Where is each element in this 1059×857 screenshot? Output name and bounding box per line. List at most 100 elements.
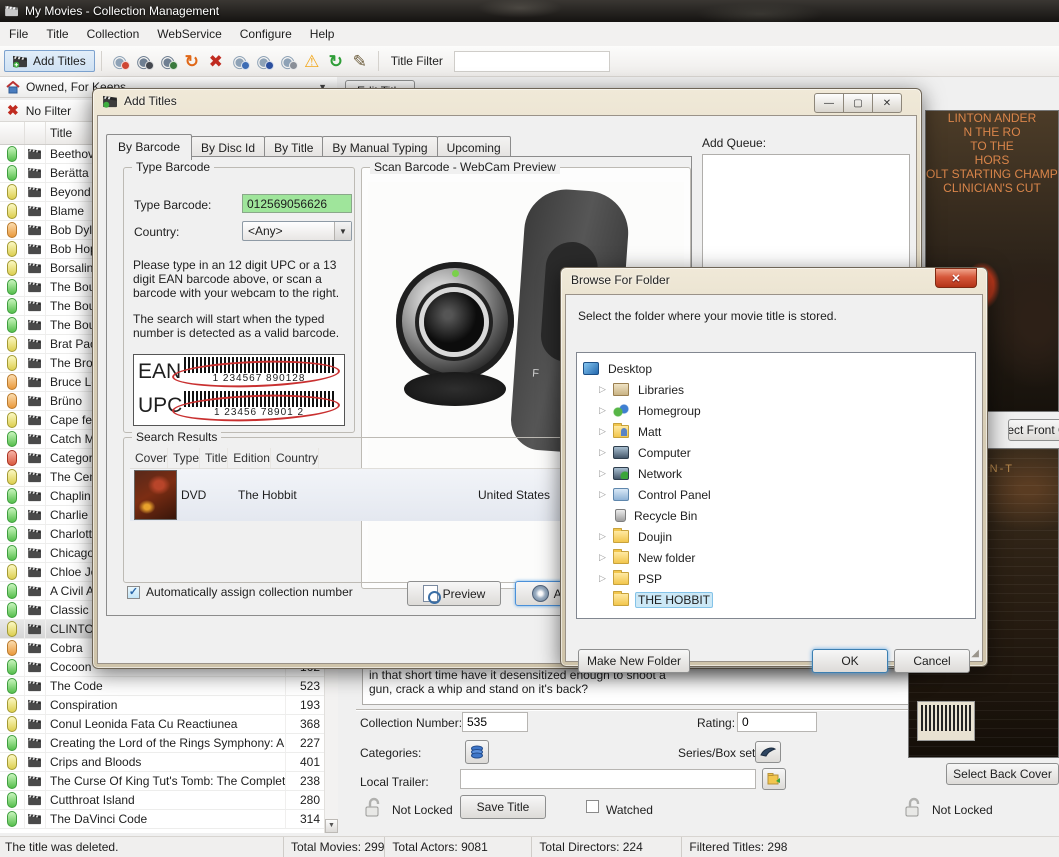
description-line: gun, crack a whip and stand on it's back… xyxy=(369,682,915,696)
disc-profile-icon[interactable]: ◉ xyxy=(252,50,276,72)
title-list-row[interactable]: The DaVinci Code 314 xyxy=(0,810,324,829)
scroll-down-icon[interactable]: ▼ xyxy=(325,819,338,833)
app-title-bar: My Movies - Collection Management xyxy=(0,0,1059,22)
cancel-button[interactable]: Cancel xyxy=(894,649,970,673)
movie-clapper-icon xyxy=(28,414,42,426)
title-list-row[interactable]: The Curse Of King Tut's Tomb: The Comple… xyxy=(0,772,324,791)
results-column-header[interactable]: Cover xyxy=(130,448,168,468)
group-label: Search Results xyxy=(132,430,221,444)
menu-item[interactable]: WebService xyxy=(148,23,230,45)
tree-item[interactable]: ▷ Computer xyxy=(577,442,975,463)
delete-title-icon[interactable]: ✖ xyxy=(204,50,228,72)
disc-drive-icon[interactable]: ◉ xyxy=(276,50,300,72)
refresh-icon[interactable]: ↻ xyxy=(324,50,348,72)
close-button[interactable]: ✕ xyxy=(935,268,977,288)
tree-item[interactable]: ▷ Matt xyxy=(577,421,975,442)
status-pill xyxy=(7,526,17,542)
tree-item[interactable]: ▷ Network xyxy=(577,463,975,484)
series-box-set-button[interactable] xyxy=(755,741,781,763)
results-column-header[interactable]: Title xyxy=(200,448,228,468)
tree-item[interactable]: ▷ New folder xyxy=(577,547,975,568)
menu-item[interactable]: Configure xyxy=(231,23,301,45)
country-dropdown[interactable]: <Any> ▼ xyxy=(242,221,352,241)
browse-trailer-button[interactable] xyxy=(762,768,786,790)
save-title-button[interactable]: Save Title xyxy=(460,795,546,819)
tree-item[interactable]: ▷ Doujin xyxy=(577,526,975,547)
front-cover-text: LINTON ANDER xyxy=(926,111,1058,125)
rating-input[interactable] xyxy=(737,712,817,732)
select-front-cover-label: Select Front Cover xyxy=(1015,423,1059,437)
tree-item[interactable]: ▷ PSP xyxy=(577,568,975,589)
tree-item-label: THE HOBBIT xyxy=(635,592,713,608)
menu-item[interactable]: Help xyxy=(301,23,344,45)
categories-button[interactable] xyxy=(465,740,489,764)
local-trailer-input[interactable] xyxy=(460,769,756,789)
auto-assign-label: Automatically assign collection number xyxy=(146,585,353,599)
expand-arrow-icon[interactable]: ▷ xyxy=(599,468,613,479)
home-icon xyxy=(6,81,20,94)
tree-item[interactable]: ▷ Homegroup xyxy=(577,400,975,421)
tab[interactable]: By Barcode xyxy=(106,134,192,160)
resize-grip[interactable]: ◢ xyxy=(971,648,979,659)
minimize-button[interactable]: — xyxy=(814,93,844,113)
tree-item[interactable]: ▷ THE HOBBIT xyxy=(577,589,975,610)
select-front-cover-button[interactable]: Select Front Cover xyxy=(1008,419,1059,441)
browse-dialog-titlebar[interactable]: Browse For Folder xyxy=(571,273,670,287)
status-pill xyxy=(7,469,17,485)
folder-tree: ▷ Desktop ▷ Libraries ▷ Homegroup ▷ Matt… xyxy=(576,352,976,619)
results-column-header[interactable]: Edition xyxy=(228,448,271,468)
tree-item[interactable]: ▷ Control Panel xyxy=(577,484,975,505)
title-list-row[interactable]: Cutthroat Island 280 xyxy=(0,791,324,810)
maximize-button[interactable]: ▢ xyxy=(843,93,873,113)
menu-item[interactable]: File xyxy=(0,23,37,45)
type-column-header xyxy=(25,122,46,144)
title-list-row[interactable]: The Code 523 xyxy=(0,677,324,696)
tree-item[interactable]: ▷ Libraries xyxy=(577,379,975,400)
expand-arrow-icon[interactable]: ▷ xyxy=(599,489,613,500)
convert-icon[interactable]: ↻ xyxy=(180,50,204,72)
barcode-input[interactable]: 012569056626 xyxy=(242,194,352,213)
collection-number-input[interactable] xyxy=(462,712,528,732)
expand-arrow-icon[interactable]: ▷ xyxy=(599,552,613,563)
title-filter-input[interactable] xyxy=(454,51,610,72)
auto-assign-checkbox[interactable]: ✓ xyxy=(127,586,140,599)
expand-arrow-icon[interactable]: ▷ xyxy=(599,405,613,416)
update-disc-icon[interactable]: ◉ xyxy=(108,50,132,72)
preview-button[interactable]: Preview xyxy=(407,581,501,606)
clapper-add-icon xyxy=(103,95,118,108)
title-list-row[interactable]: Conul Leonida Fata Cu Reactiunea 368 xyxy=(0,715,324,734)
edit-title-icon[interactable]: ✎ xyxy=(348,50,372,72)
watched-checkbox[interactable] xyxy=(586,800,599,813)
status-pill xyxy=(7,754,17,770)
save-disc-icon[interactable]: ◉ xyxy=(132,50,156,72)
menu-item[interactable]: Title xyxy=(37,23,77,45)
tree-item-icon xyxy=(613,530,629,543)
title-list-row[interactable]: Conspiration 193 xyxy=(0,696,324,715)
tree-item-label: Libraries xyxy=(635,382,687,398)
export-disc-icon[interactable]: ◉ xyxy=(156,50,180,72)
warning-icon[interactable]: ⚠ xyxy=(300,50,324,72)
expand-arrow-icon[interactable]: ▷ xyxy=(599,573,613,584)
expand-arrow-icon[interactable]: ▷ xyxy=(599,426,613,437)
disc-copy-icon[interactable]: ◉ xyxy=(228,50,252,72)
expand-arrow-icon[interactable]: ▷ xyxy=(599,447,613,458)
results-column-header[interactable]: Country xyxy=(271,448,319,468)
add-titles-dialog-titlebar[interactable]: Add Titles xyxy=(103,94,177,108)
status-pill xyxy=(7,431,17,447)
title-list-row[interactable]: Creating the Lord of the Rings Symphony:… xyxy=(0,734,324,753)
menu-item[interactable]: Collection xyxy=(78,23,149,45)
expand-arrow-icon[interactable]: ▷ xyxy=(599,531,613,542)
barcode-instructions-2: The search will start when the typed num… xyxy=(133,312,345,340)
ok-button[interactable]: OK xyxy=(812,649,888,673)
select-back-cover-button[interactable]: Select Back Cover xyxy=(946,763,1059,785)
make-new-folder-button[interactable]: Make New Folder xyxy=(578,649,690,673)
tree-item[interactable]: ▷ Desktop xyxy=(577,358,975,379)
close-button[interactable]: ✕ xyxy=(872,93,902,113)
tree-item[interactable]: ▷ Recycle Bin xyxy=(577,505,975,526)
results-column-header[interactable]: Type xyxy=(168,448,200,468)
expand-arrow-icon[interactable]: ▷ xyxy=(599,384,613,395)
status-pill xyxy=(7,203,17,219)
title-list-row[interactable]: Crips and Bloods 401 xyxy=(0,753,324,772)
movie-clapper-icon xyxy=(28,604,42,616)
add-titles-button[interactable]: Add Titles xyxy=(4,50,95,72)
